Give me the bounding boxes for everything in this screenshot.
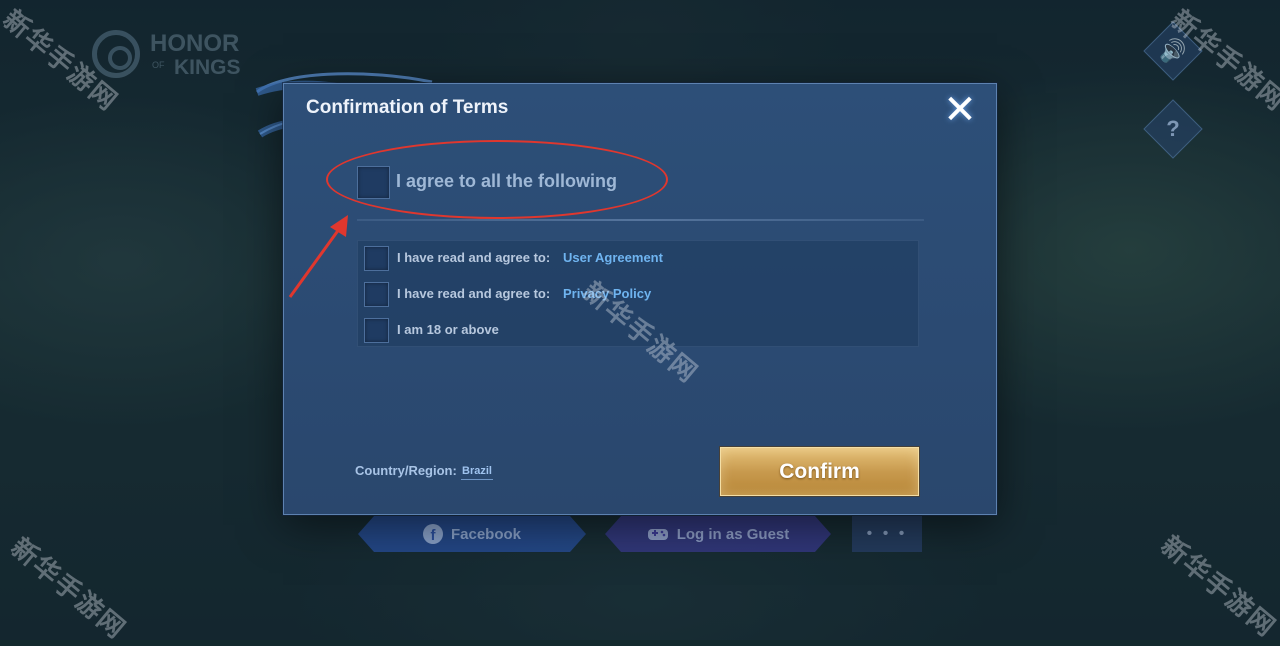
login-options: f Facebook Log in as Guest • • • [0,512,1280,556]
close-button[interactable]: ✕ [940,90,980,130]
privacy-policy-checkbox[interactable] [364,282,389,307]
term-text: I have read and agree to: [397,286,551,301]
gamepad-icon [647,525,669,543]
close-icon: ✕ [943,88,977,132]
age-confirm-checkbox[interactable] [364,318,389,343]
facebook-icon: f [423,524,443,544]
country-region-label: Country/Region: [355,463,457,478]
logo-word-of: OF [152,60,165,70]
age-confirm-label: I am 18 or above [397,322,499,337]
facebook-login-label: Facebook [450,525,522,543]
help-icon: ? [1166,116,1180,141]
confirm-button[interactable]: Confirm [720,447,919,496]
user-agreement-link[interactable]: User Agreement [563,250,663,265]
dialog-title: Confirmation of Terms [306,97,509,118]
logo-word-kings: KINGS [174,56,241,79]
user-agreement-checkbox[interactable] [364,246,389,271]
highlight-arrow-icon [288,215,348,298]
confirm-button-label: Confirm [779,459,860,483]
highlight-ellipse [326,140,668,219]
guest-login-label: Log in as Guest [676,525,790,543]
logo-word-honor: HONOR [150,30,240,57]
more-login-options-button[interactable]: • • • [852,516,922,552]
divider [357,219,924,221]
facebook-login-button[interactable]: f Facebook [358,516,586,552]
term-text: I have read and agree to: [397,250,551,265]
guest-login-button[interactable]: Log in as Guest [605,516,831,552]
game-logo: HONOR OF KINGS [92,30,267,82]
term-row-user-agreement: I have read and agree to: User Agreement [358,245,918,271]
country-region-selector[interactable]: Brazil [461,465,493,480]
